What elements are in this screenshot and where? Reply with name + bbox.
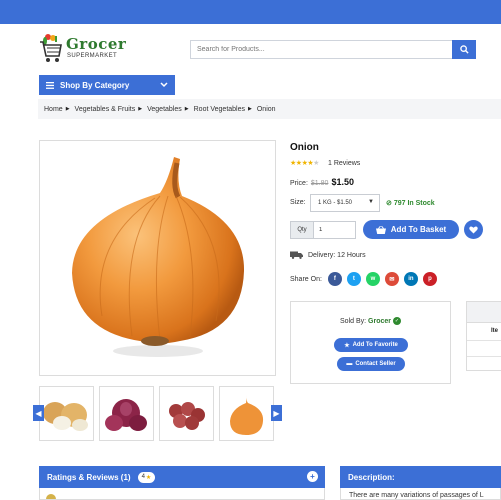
sold-by: Sold By: Grocer ✓ (291, 317, 450, 325)
verified-icon: ✓ (392, 317, 401, 325)
shop-by-category-button[interactable]: Shop By Category (39, 75, 175, 95)
breadcrumb-arrow-icon: ▶ (184, 106, 189, 112)
delivery-text: Delivery: 12 Hours (308, 251, 366, 259)
product-title: Onion (290, 142, 319, 153)
description-panel-body: There are many variations of passages of… (340, 488, 501, 500)
rating-stars: ★★★★★ (290, 159, 319, 167)
seller-name[interactable]: Grocer (368, 318, 391, 325)
red-onions-image (105, 399, 147, 431)
qty-label: Qty (290, 221, 314, 239)
check-circle-icon: ⊘ (386, 200, 392, 207)
share-row: Share On: f t w ✉ in p (290, 272, 442, 286)
thumbnail-red-onions[interactable] (99, 386, 154, 441)
basket-icon (375, 225, 386, 234)
breadcrumb-arrow-icon: ▶ (138, 106, 143, 112)
star-icon: ★ (313, 160, 319, 167)
review-avatar (46, 494, 56, 499)
logo-title: Grocer (66, 35, 127, 53)
chevron-down-icon (160, 82, 168, 88)
spec-column-header: Ite (491, 328, 499, 334)
breadcrumb-vegetables[interactable]: Vegetables (147, 106, 182, 113)
heart-icon (469, 225, 478, 234)
twitter-icon[interactable]: t (346, 272, 361, 286)
basket-button-label: Add To Basket (390, 225, 447, 234)
contact-button-label: Contact Seller (355, 361, 396, 367)
delivery-info: Delivery: 12 Hours (290, 251, 366, 259)
table-row (467, 340, 501, 341)
star-icon: ★ (344, 342, 350, 349)
star-icon: ★ (145, 474, 152, 481)
expand-icon[interactable]: + (307, 471, 318, 482)
ratings-panel-header[interactable]: Ratings & Reviews (1) 4 ★ + (39, 466, 325, 488)
add-to-basket-button[interactable]: Add To Basket (363, 220, 459, 239)
search-button[interactable] (452, 40, 476, 59)
size-select[interactable]: 1 KG - $1.50 ▼ (310, 194, 380, 212)
current-price: $1.50 (331, 177, 354, 187)
size-label: Size: (290, 199, 306, 206)
chevron-down-icon: ▼ (368, 199, 374, 205)
white-onions-image (43, 402, 88, 431)
onion-thumb-image (230, 395, 264, 435)
breadcrumb-arrow-icon: ▶ (248, 106, 252, 112)
size-selected-value: 1 KG - $1.50 (318, 200, 353, 206)
ratings-panel-title: Ratings & Reviews (1) (47, 472, 131, 482)
favorite-button-label: Add To Favorite (352, 342, 398, 348)
thumbnail-onion[interactable] (219, 386, 274, 441)
truck-icon (290, 251, 303, 259)
sold-by-label: Sold By: (340, 317, 367, 325)
stock-status: ⊘ 797 In Stock (386, 199, 435, 207)
breadcrumb-home[interactable]: Home (44, 106, 63, 113)
chat-icon: ▬ (346, 361, 353, 367)
whatsapp-icon[interactable]: w (365, 272, 380, 286)
breadcrumb-current: Onion (256, 105, 276, 113)
onion-image (72, 157, 245, 357)
facebook-icon[interactable]: f (327, 272, 342, 286)
breadcrumb-vegetables-fruits[interactable]: Vegetables & Fruits (75, 106, 136, 113)
price-label: Price: (290, 180, 308, 187)
qty-input[interactable] (314, 221, 356, 239)
seller-box: Sold By: Grocer ✓ ★ Add To Favorite ▬ Co… (290, 301, 451, 384)
chevron-left-icon: ◀ (35, 408, 42, 418)
thumbnail-white-onions[interactable] (39, 386, 94, 441)
description-text: There are many variations of passages of… (349, 492, 484, 499)
thumbnail-shallots[interactable] (159, 386, 214, 441)
add-to-favorite-button[interactable]: ★ Add To Favorite (334, 338, 408, 352)
contact-seller-button[interactable]: ▬ Contact Seller (337, 357, 405, 371)
menu-icon (46, 81, 54, 89)
share-label: Share On: (290, 275, 322, 283)
spec-table-header (467, 302, 501, 323)
thumbnail-next-button[interactable]: ▶ (271, 405, 282, 421)
table-row (467, 356, 501, 357)
description-panel-header[interactable]: Description: (340, 466, 501, 488)
logo[interactable]: Grocer SUPERMARKET (38, 32, 158, 66)
pinterest-icon[interactable]: p (422, 272, 437, 286)
cart-logo-icon (40, 34, 62, 62)
search-input[interactable] (190, 40, 452, 59)
description-panel-title: Description: (348, 472, 395, 482)
chevron-right-icon: ▶ (273, 408, 280, 418)
search-icon (459, 45, 469, 54)
breadcrumb-arrow-icon: ▶ (65, 106, 70, 112)
shallots-image (169, 402, 205, 430)
linkedin-icon[interactable]: in (403, 272, 418, 286)
logo-subtitle: SUPERMARKET (67, 53, 118, 59)
breadcrumb: Home ▶ Vegetables & Fruits ▶ Vegetables ▶ R… (38, 99, 501, 119)
stock-text: 797 In Stock (393, 200, 435, 207)
email-icon[interactable]: ✉ (384, 272, 399, 286)
wishlist-button[interactable] (464, 220, 483, 239)
average-rating: 4 (141, 474, 145, 480)
product-main-image[interactable] (39, 140, 276, 376)
old-price: $1.80 (310, 180, 329, 187)
ratings-panel-body (39, 488, 325, 500)
specification-table: Ite (466, 301, 501, 371)
price-row: Price: $1.80 $1.50 (290, 177, 354, 187)
average-rating-badge: 4 ★ (137, 471, 156, 483)
top-bar (0, 0, 501, 24)
category-button-label: Shop By Category (60, 80, 130, 90)
breadcrumb-root-vegetables[interactable]: Root Vegetables (194, 106, 245, 113)
reviews-link[interactable]: 1 Reviews (328, 160, 360, 167)
thumbnail-prev-button[interactable]: ◀ (33, 405, 44, 421)
